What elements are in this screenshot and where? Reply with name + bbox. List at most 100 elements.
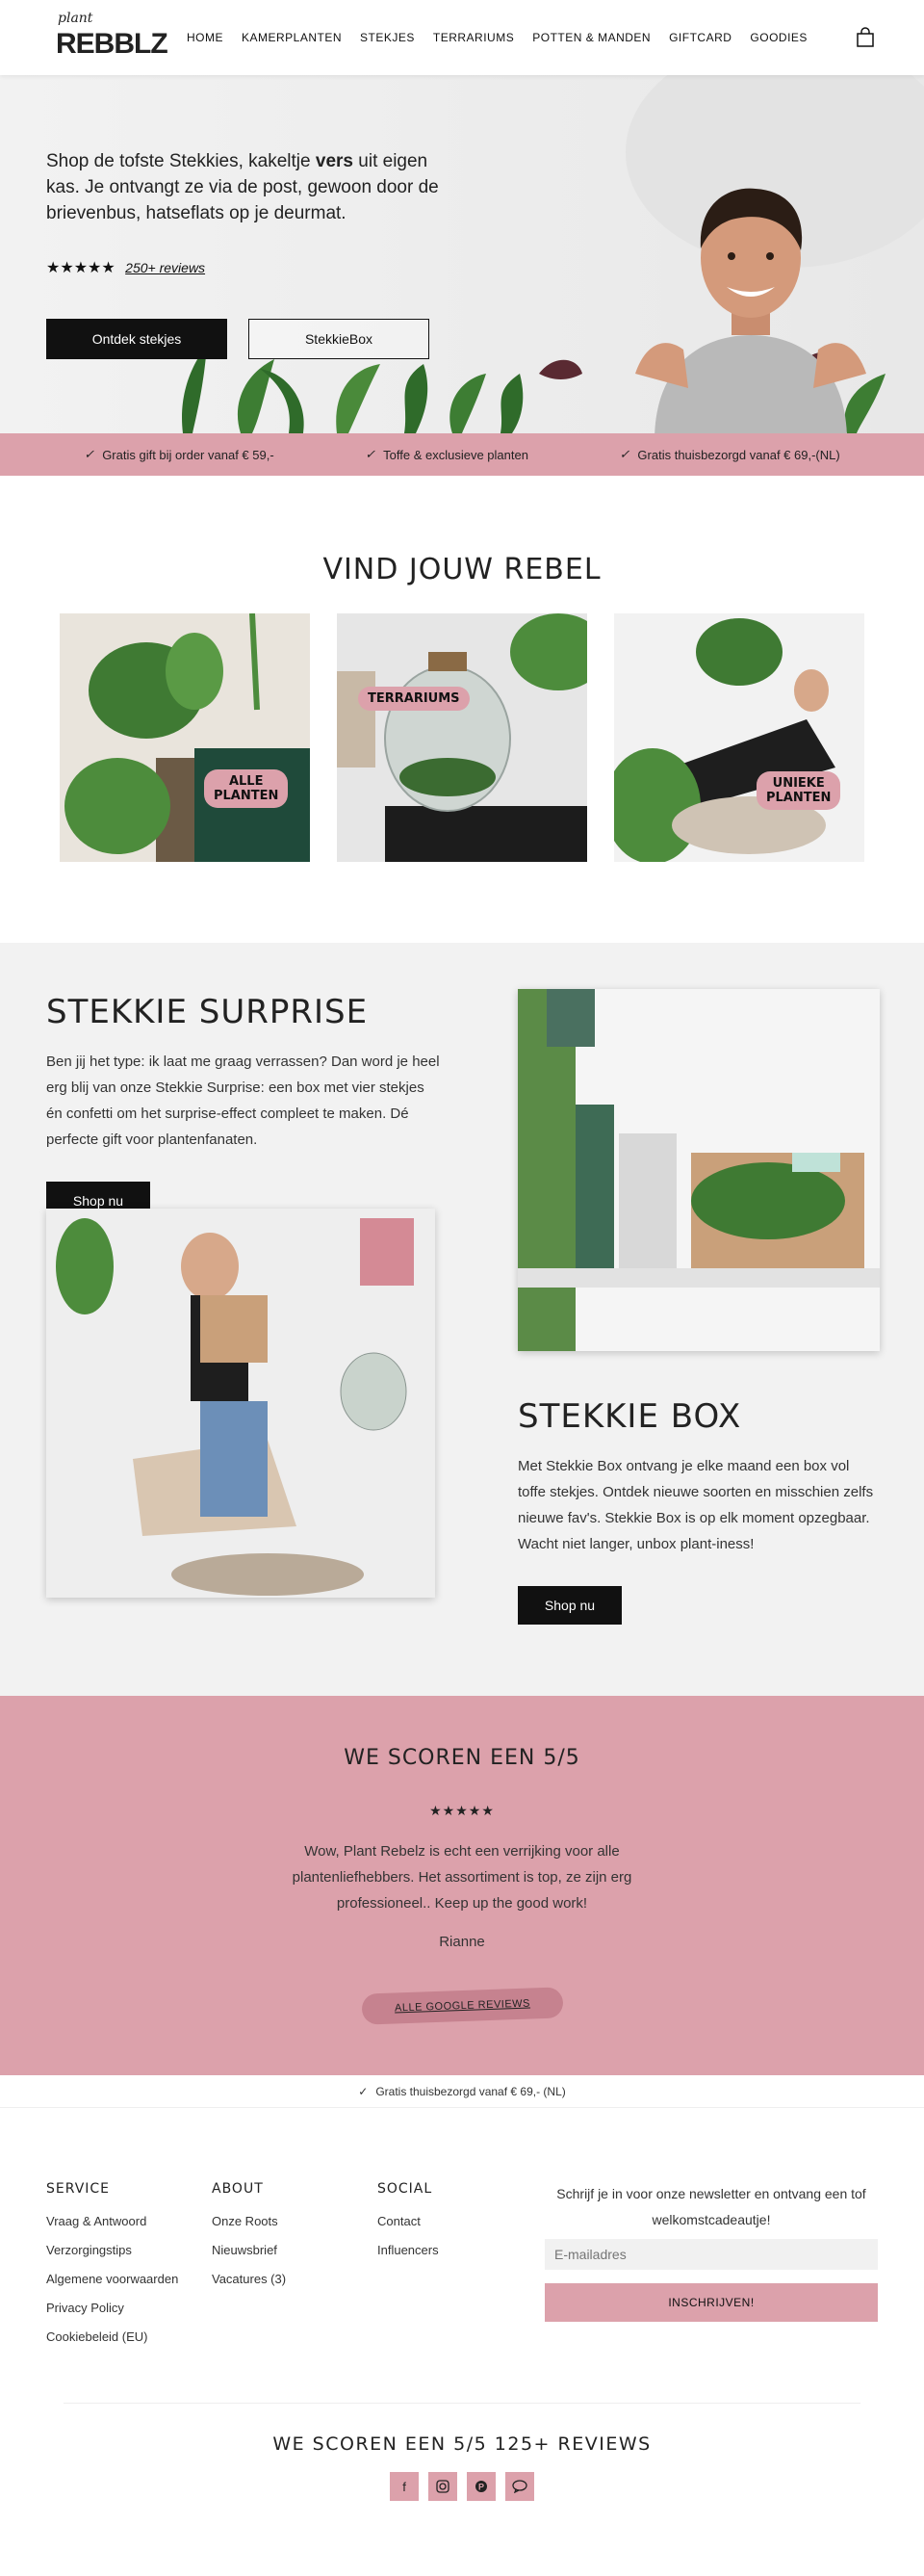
pinterest-icon[interactable]: P [467,2472,496,2501]
footer-social: SOCIAL Contact Influencers [377,2181,439,2272]
stekkie-section: STEKKIE SURPRISE Ben jij het type: ik la… [0,943,924,1696]
social-icons: f P [0,2472,924,2501]
footer-link[interactable]: Vacatures (3) [212,2272,286,2286]
svg-text:P: P [478,2483,484,2492]
footer-link[interactable]: Verzorgingstips [46,2243,178,2257]
footer-rating-title: WE SCOREN EEN 5/5 125+ REVIEWS [272,2433,652,2455]
category-card-unieke-planten[interactable]: UNIEKE PLANTEN [614,613,864,862]
woman-plants-image [614,613,864,862]
category-card-alle-planten[interactable]: ALLE PLANTEN [60,613,310,862]
surprise-text: Ben jij het type: ik laat me graag verra… [46,1054,440,1148]
nav-home[interactable]: HOME [187,31,223,44]
footer-link[interactable]: Privacy Policy [46,2301,178,2315]
stekkie-surprise-image [46,1209,435,1598]
chat-icon[interactable] [505,2472,534,2501]
email-field[interactable] [545,2239,878,2270]
nav-kamerplanten[interactable]: KAMERPLANTEN [242,31,342,44]
nav-giftcard[interactable]: GIFTCARD [669,31,732,44]
stekkie-surprise-photo [46,1209,435,1598]
box-text: Met Stekkie Box ontvang je elke maand ee… [518,1458,874,1552]
check-icon: ✓ [84,447,95,461]
nav-terrariums[interactable]: TERRARIUMS [433,31,514,44]
star-rating-icon: ★★★★★ [429,1803,495,1818]
terrarium-image [337,613,587,862]
logo-main-text: REBBLZ [56,28,168,60]
footer-link[interactable]: Contact [377,2214,439,2228]
check-icon: ✓ [365,447,376,461]
footer-divider [64,2403,860,2404]
usp-text: Gratis gift bij order vanaf € 59,- [102,447,274,462]
box-shop-button[interactable]: Shop nu [518,1586,622,1625]
usp-item: ✓ Gratis gift bij order vanaf € 59,- [84,447,273,462]
category-tag: TERRARIUMS [358,687,470,711]
usp-item: ✓ Toffe & exclusieve planten [365,447,528,462]
newsletter-form: Schrijf je in voor onze newsletter en on… [545,2181,878,2322]
site-header: plant REBBLZ HOME KAMERPLANTEN STEKJES T… [0,0,924,75]
stekkiebox-button[interactable]: StekkieBox [248,319,429,359]
usp-bar: ✓ Gratis gift bij order vanaf € 59,- ✓ Tof… [0,433,924,476]
nav-potten-manden[interactable]: POTTEN & MANDEN [532,31,651,44]
rebel-section: VIND JOUW REBEL ALLE PLANTEN TERRARIUMS … [0,476,924,943]
category-card-terrariums[interactable]: TERRARIUMS [337,613,587,862]
logo-top-text: plant [58,11,93,26]
footer-service-title: SERVICE [46,2181,111,2197]
footer-link[interactable]: Vraag & Antwoord [46,2214,178,2228]
rebel-title: VIND JOUW REBEL [322,553,602,586]
footer-social-title: SOCIAL [377,2181,433,2197]
tag-line: PLANTEN [214,789,279,803]
hero-text-part: Shop de tofste Stekkies, kakeltje [46,151,316,171]
footer-link[interactable]: Onze Roots [212,2214,286,2228]
usp-text: Toffe & exclusieve planten [383,447,528,462]
hero-rating: ★★★★★ 250+ reviews [46,258,205,277]
footer-link[interactable]: Algemene voorwaarden [46,2272,178,2286]
nav-stekjes[interactable]: STEKJES [360,31,415,44]
instagram-icon[interactable] [428,2472,457,2501]
tag-line: PLANTEN [766,791,832,805]
tag-line: TERRARIUMS [368,691,460,706]
footer-about: ABOUT Onze Roots Nieuwsbrief Vacatures (… [212,2181,286,2301]
hero-banner: Shop de tofste Stekkies, kakeltje vers u… [0,75,924,433]
subscribe-button[interactable]: INSCHRIJVEN! [545,2283,878,2322]
reviews-section: WE SCOREN EEN 5/5 ★★★★★ Wow, Plant Rebel… [0,1696,924,2075]
discover-stekjes-button[interactable]: Ontdek stekjes [46,319,227,359]
category-tag: UNIEKE PLANTEN [757,771,841,810]
nav-goodies[interactable]: GOODIES [750,31,808,44]
footer-about-title: ABOUT [212,2181,264,2197]
newsletter-text: Schrijf je in voor onze newsletter en on… [556,2186,866,2227]
footer-link[interactable]: Nieuwsbrief [212,2243,286,2257]
category-tag: ALLE PLANTEN [204,769,289,808]
reviews-link[interactable]: 250+ reviews [125,260,205,275]
footer-bottom: WE SCOREN EEN 5/5 125+ REVIEWS f P [0,2407,924,2576]
hero-tagline: Shop de tofste Stekkies, kakeltje vers u… [46,148,460,226]
box-title: STEKKIE BOX [518,1397,742,1436]
reviews-title: WE SCOREN EEN 5/5 [344,1746,580,1770]
surprise-title: STEKKIE SURPRISE [46,993,369,1031]
box-block: STEKKIE BOX Met Stekkie Box ontvang je e… [518,1397,880,1625]
tag-line: ALLE [228,774,264,789]
usp-text: Gratis thuisbezorgd vanaf € 69,-(NL) [637,447,840,462]
usp-item: ✓ Gratis thuisbezorgd vanaf € 69,-(NL) [620,447,840,462]
surprise-block: STEKKIE SURPRISE Ben jij het type: ik la… [46,993,441,1220]
footer-link[interactable]: Influencers [377,2243,439,2257]
logo[interactable]: plant REBBLZ [48,9,168,66]
facebook-icon[interactable]: f [390,2472,419,2501]
tag-line: UNIEKE [772,776,825,791]
review-quote: Wow, Plant Rebelz is echt een verrijking… [292,1843,632,1912]
star-rating-icon: ★★★★★ [46,260,116,276]
footer-service: SERVICE Vraag & Antwoord Verzorgingstips… [46,2181,178,2358]
check-icon: ✓ [358,2084,369,2098]
check-icon: ✓ [619,447,630,461]
review-author: Rianne [439,1934,485,1950]
stekkie-box-photo [518,989,880,1351]
footer-link[interactable]: Cookiebeleid (EU) [46,2329,178,2344]
hero-text-bold: vers [315,151,353,171]
stekkie-box-image [518,989,880,1351]
shopping-bag-icon[interactable] [855,27,876,48]
hero-text-line2: Je ontvangt ze via de post, gewoon door … [46,177,439,223]
hero-person-image [635,188,866,433]
main-nav: HOME KAMERPLANTEN STEKJES TERRARIUMS POT… [187,31,826,44]
plants-image [60,613,310,862]
google-reviews-button[interactable]: ALLE GOOGLE REVIEWS [361,1987,563,2025]
thin-usp-bar: ✓ Gratis thuisbezorgd vanaf € 69,- (NL) [0,2075,924,2108]
thin-usp-text: Gratis thuisbezorgd vanaf € 69,- (NL) [375,2084,566,2098]
